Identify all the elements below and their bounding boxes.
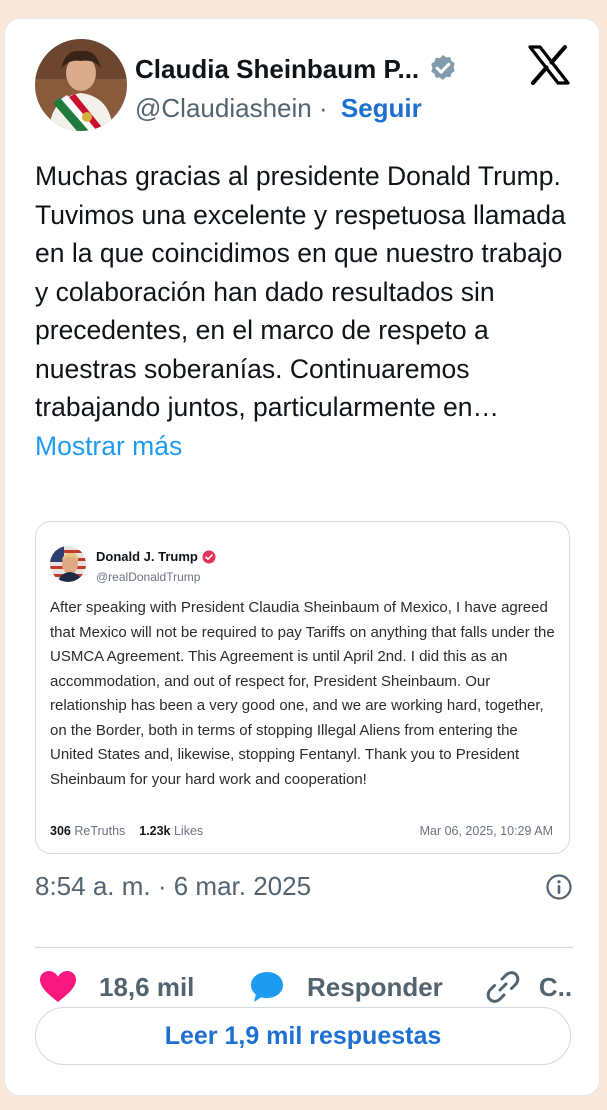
quoted-post-footer: 306 ReTruths 1.23k Likes Mar 06, 2025, 1… — [50, 824, 553, 838]
handle-separator: · — [318, 93, 328, 123]
tweet-text: Muchas gracias al presidente Donald Trum… — [35, 157, 575, 465]
copy-link-button[interactable]: C.. — [485, 969, 572, 1005]
x-logo-icon[interactable] — [527, 45, 571, 85]
quoted-post-text: After speaking with President Claudia Sh… — [50, 599, 555, 788]
author-name-row: Claudia Sheinbaum P... — [135, 53, 459, 85]
follow-button[interactable]: Seguir — [341, 93, 422, 123]
tweet-card[interactable]: Claudia Sheinbaum P... @Claudiashein · S… — [4, 18, 600, 1096]
author-handle-row: @Claudiashein · Seguir — [135, 93, 422, 124]
like-button[interactable]: 18,6 mil — [39, 970, 199, 1004]
action-bar: 18,6 mil Responder C.. — [39, 963, 579, 1011]
quoted-post-stats: 306 ReTruths 1.23k Likes — [50, 824, 203, 838]
author-handle[interactable]: @Claudiashein — [135, 93, 312, 123]
tweet-timestamp[interactable]: 8:54 a. m. · 6 mar. 2025 — [35, 871, 311, 902]
show-more-link[interactable]: Mostrar más — [35, 431, 182, 461]
like-count: 18,6 mil — [99, 971, 195, 1002]
quoted-author-name[interactable]: Donald J. Trump — [96, 549, 198, 564]
likes-count: 1.23k — [139, 824, 171, 838]
quoted-post[interactable]: Donald J. Trump @realDonaldTrump After s… — [35, 521, 570, 854]
read-replies-button[interactable]: Leer 1,9 mil respuestas — [35, 1007, 571, 1065]
quoted-author-avatar[interactable] — [50, 546, 86, 582]
quoted-author-name-row: Donald J. Trump — [96, 549, 216, 564]
reply-bubble-icon — [251, 972, 283, 1002]
quoted-author-handle[interactable]: @realDonaldTrump — [96, 570, 200, 584]
link-icon — [486, 971, 520, 1003]
truth-verified-icon — [202, 550, 216, 563]
timestamp-row: 8:54 a. m. · 6 mar. 2025 — [35, 871, 573, 902]
retruths-count: 306 — [50, 824, 71, 838]
likes-label: Likes — [173, 824, 204, 838]
reply-label: Responder — [307, 971, 443, 1002]
info-icon[interactable] — [545, 873, 573, 901]
retruths-label: ReTruths — [74, 824, 126, 838]
tweet-body: Muchas gracias al presidente Donald Trum… — [35, 161, 566, 422]
heart-icon — [40, 971, 76, 1002]
reply-button[interactable]: Responder — [249, 970, 443, 1004]
author-avatar[interactable] — [35, 39, 127, 131]
verified-badge-icon — [431, 55, 455, 80]
divider — [35, 947, 573, 948]
quoted-post-date: Mar 06, 2025, 10:29 AM — [419, 824, 553, 838]
author-name[interactable]: Claudia Sheinbaum P... — [135, 54, 419, 85]
copy-link-label: C.. — [538, 971, 573, 1002]
